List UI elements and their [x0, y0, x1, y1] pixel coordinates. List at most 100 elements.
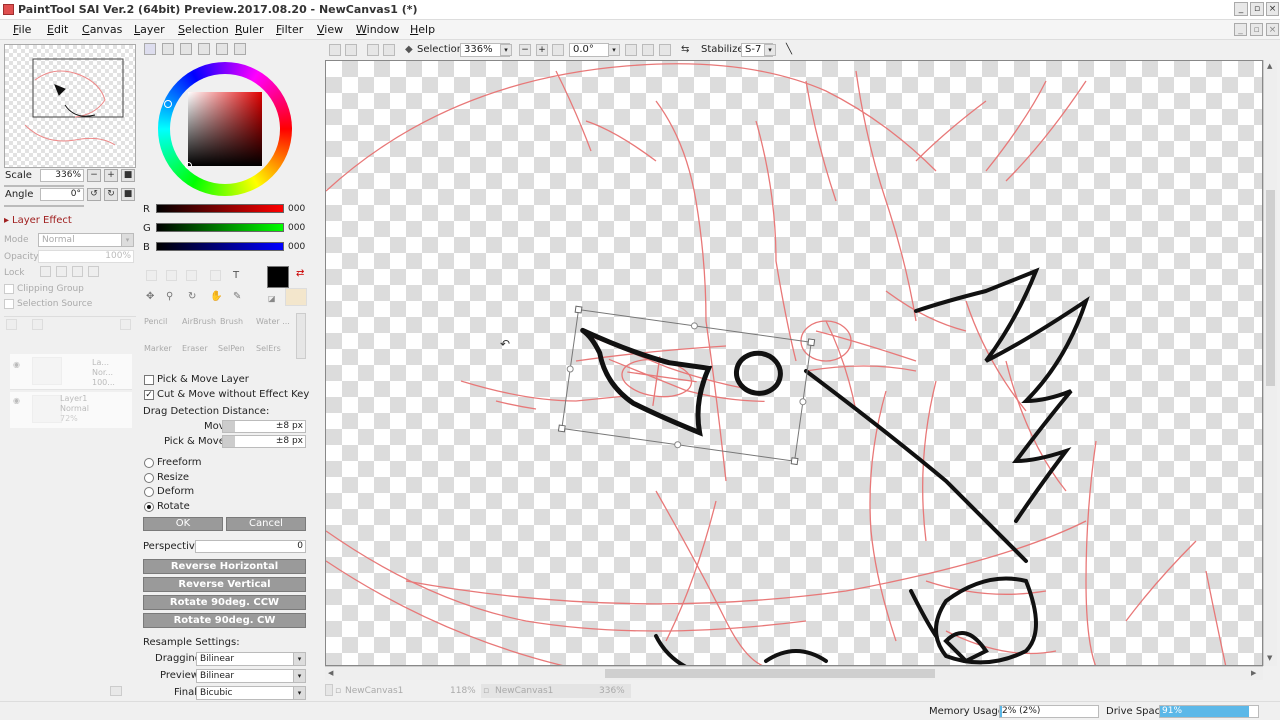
cancel-button[interactable]: Cancel	[226, 517, 306, 531]
move-distance-slider[interactable]	[223, 421, 235, 432]
layer-effect-arrow-icon[interactable]: ▸	[4, 215, 9, 226]
doc-minimize-button[interactable]: _	[1234, 23, 1247, 36]
transparent-color-icon[interactable]: ◪	[268, 294, 276, 303]
fill-tool-icon[interactable]	[210, 270, 221, 281]
rotate-tool-icon[interactable]: ↻	[188, 291, 196, 302]
menu-layer[interactable]: Layer	[134, 23, 165, 36]
line-tool-icon[interactable]: ╲	[786, 44, 792, 55]
tab-menu-icon[interactable]	[325, 684, 333, 696]
cut-move-checkbox[interactable]: ✓	[144, 390, 154, 400]
pick-move-layer-checkbox[interactable]	[144, 375, 154, 385]
zoom-out-icon[interactable]: −	[519, 44, 531, 56]
sv-cursor[interactable]	[185, 162, 192, 169]
scratchpad-mode-icon[interactable]	[216, 43, 228, 55]
tool-list-scrollbar[interactable]	[296, 313, 306, 359]
hand-tool-icon[interactable]: ✋	[210, 291, 222, 302]
selection-toggle-label[interactable]: Selection	[417, 44, 463, 55]
menu-window[interactable]: Window	[356, 23, 399, 36]
invert-selection-icon[interactable]	[383, 44, 395, 56]
freeform-radio[interactable]	[144, 458, 154, 468]
layer-list-scroll-handle[interactable]	[110, 686, 122, 696]
scale-slider[interactable]	[4, 185, 84, 187]
lock-all-icon[interactable]	[88, 266, 99, 277]
selection-toggle-icon[interactable]: ◆	[405, 44, 413, 55]
rotate-cw-button[interactable]: Rotate 90deg. CW	[143, 613, 306, 628]
primary-color-swatch[interactable]	[267, 266, 289, 288]
minimize-button[interactable]: _	[1234, 2, 1248, 16]
zoom-dropdown-icon[interactable]: ▾	[500, 44, 512, 56]
selection-source-checkbox[interactable]	[4, 299, 14, 309]
red-slider[interactable]	[156, 204, 284, 213]
rotate-cw-icon[interactable]	[642, 44, 654, 56]
rotate-ccw-icon[interactable]	[625, 44, 637, 56]
pencil-tool[interactable]: Pencil	[144, 317, 167, 326]
vertical-scrollbar[interactable]: ▲ ▼	[1263, 60, 1277, 666]
doc-close-button[interactable]: ×	[1266, 23, 1279, 36]
ok-button[interactable]: OK	[143, 517, 223, 531]
navigator-preview[interactable]	[4, 44, 136, 168]
tab-newcanvas1-a[interactable]: ▫ NewCanvas1 118%	[335, 684, 485, 698]
reverse-vertical-button[interactable]: Reverse Vertical	[143, 577, 306, 592]
doc-restore-button[interactable]: ▫	[1250, 23, 1263, 36]
hue-wheel[interactable]	[158, 62, 292, 196]
rotate-ccw-button[interactable]: Rotate 90deg. CCW	[143, 595, 306, 610]
scale-field[interactable]: 336%	[40, 169, 84, 182]
menu-ruler[interactable]: Ruler	[235, 23, 263, 36]
new-layer-icon[interactable]	[6, 319, 17, 330]
menu-view[interactable]: View	[317, 23, 343, 36]
horizontal-scrollbar[interactable]: ◀ ▶	[325, 666, 1263, 680]
secondary-color-swatch[interactable]	[285, 288, 307, 306]
lock-draw-icon[interactable]	[56, 266, 67, 277]
text-tool-icon[interactable]: T	[233, 270, 239, 281]
pick-move-distance-slider[interactable]	[223, 436, 235, 447]
new-folder-icon[interactable]	[32, 319, 43, 330]
eyedropper-tool-icon[interactable]: ✎	[233, 291, 241, 302]
airbrush-tool[interactable]: AirBrush	[182, 317, 216, 326]
mode-select[interactable]: Normal ▾	[38, 233, 134, 247]
angle-slider[interactable]	[4, 205, 84, 207]
scale-reset-button[interactable]: ■	[121, 169, 135, 182]
color-wheel-mode-icon[interactable]	[144, 43, 156, 55]
layer-settings-icon[interactable]	[120, 319, 131, 330]
scroll-down-arrow-icon[interactable]: ▼	[1267, 654, 1272, 662]
horizontal-scroll-thumb[interactable]	[605, 669, 935, 678]
menu-edit[interactable]: Edit	[47, 23, 68, 36]
rgb-slider-mode-icon[interactable]	[162, 43, 174, 55]
close-button[interactable]: ×	[1266, 2, 1279, 16]
zoom-reset-icon[interactable]	[552, 44, 564, 56]
angle-field[interactable]: 0°	[40, 188, 84, 201]
watercolor-tool[interactable]: Water ...	[256, 317, 290, 326]
deselect-icon[interactable]	[367, 44, 379, 56]
color-mixer-mode-icon[interactable]	[234, 43, 246, 55]
angle-reset-button[interactable]: ■	[121, 188, 135, 201]
eraser-tool[interactable]: Eraser	[182, 344, 208, 353]
layer-effect-header[interactable]: Layer Effect	[12, 215, 72, 226]
magic-wand-tool-icon[interactable]	[186, 270, 197, 281]
hue-cursor[interactable]	[164, 100, 172, 108]
menu-canvas[interactable]: Canvas	[82, 23, 122, 36]
vertical-scroll-thumb[interactable]	[1266, 190, 1275, 386]
saturation-value-square[interactable]	[188, 92, 262, 166]
scroll-up-arrow-icon[interactable]: ▲	[1267, 62, 1272, 70]
rect-select-tool-icon[interactable]	[146, 270, 157, 281]
layer-visibility-icon[interactable]: ◉	[13, 396, 20, 405]
hsv-slider-mode-icon[interactable]	[180, 43, 192, 55]
redo-icon[interactable]	[345, 44, 357, 56]
stabilizer-dropdown-icon[interactable]: ▾	[764, 44, 776, 56]
brush-tool[interactable]: Brush	[220, 317, 243, 326]
lock-transparency-icon[interactable]	[40, 266, 51, 277]
menu-help[interactable]: Help	[410, 23, 435, 36]
angle-ccw-button[interactable]: ↺	[87, 188, 101, 201]
perspective-field[interactable]: 0	[195, 540, 306, 553]
rotation-field[interactable]: 0.0°	[569, 43, 609, 57]
reverse-horizontal-button[interactable]: Reverse Horizontal	[143, 559, 306, 574]
zoom-in-icon[interactable]: +	[536, 44, 548, 56]
scroll-left-arrow-icon[interactable]: ◀	[328, 669, 333, 677]
rotation-dropdown-icon[interactable]: ▾	[608, 44, 620, 56]
blue-value[interactable]: 000	[288, 242, 305, 252]
angle-cw-button[interactable]: ↻	[104, 188, 118, 201]
scale-minus-button[interactable]: −	[87, 169, 101, 182]
layer-visibility-icon[interactable]: ◉	[13, 360, 20, 369]
dragging-select[interactable]: Bilinear ▾	[196, 652, 306, 666]
clipping-group-checkbox[interactable]	[4, 284, 14, 294]
